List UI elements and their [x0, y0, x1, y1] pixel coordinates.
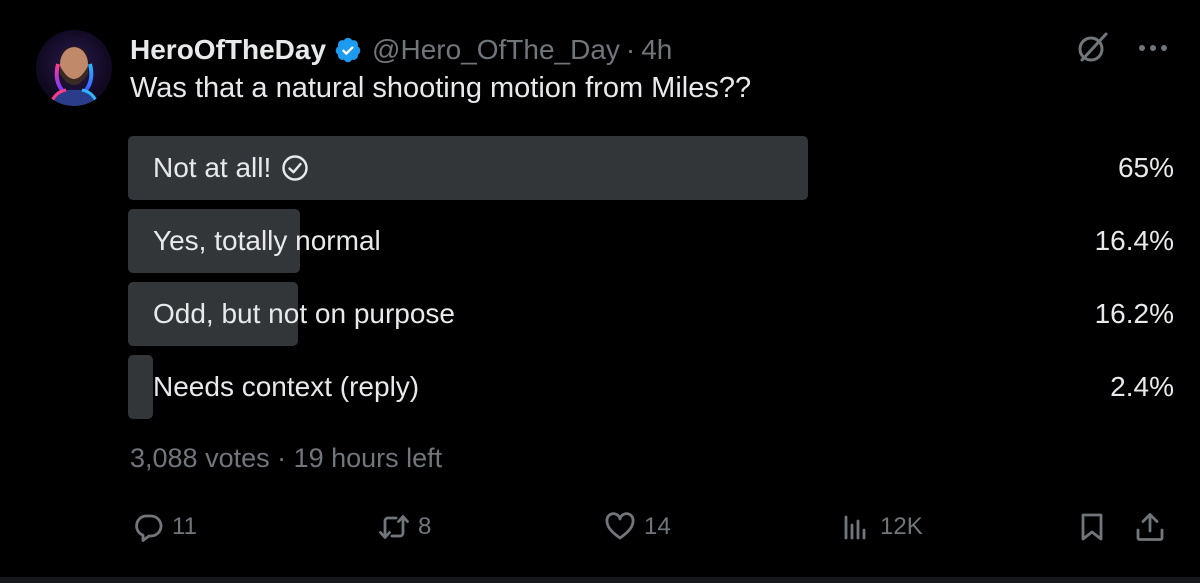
views-button[interactable]: 12K: [840, 505, 923, 549]
tweet-top-actions: [1074, 30, 1170, 66]
more-options-icon[interactable]: [1136, 31, 1170, 65]
display-name[interactable]: HeroOfTheDay: [130, 34, 326, 66]
poll: Not at all! 65% Yes, totally normal 16.4…: [128, 136, 1174, 428]
share-button[interactable]: [1134, 505, 1166, 549]
poll-option-percent: 2.4%: [1110, 371, 1174, 402]
action-bar: 11 8 14 12K: [128, 505, 1174, 549]
poll-option: Odd, but not on purpose 16.2%: [128, 282, 1174, 346]
like-count: 14: [644, 513, 671, 540]
tweet-text: Was that a natural shooting motion from …: [130, 72, 752, 104]
poll-bar: [128, 355, 153, 419]
reply-button[interactable]: 11: [132, 505, 197, 549]
bookmark-button[interactable]: [1076, 505, 1108, 549]
poll-option-percent: 16.4%: [1094, 225, 1174, 256]
tweet-timestamp[interactable]: 4h: [641, 34, 672, 66]
tweet-header: HeroOfTheDay @Hero_OfThe_Day · 4h: [130, 30, 672, 70]
verified-badge-icon[interactable]: [334, 36, 362, 64]
repost-button[interactable]: 8: [378, 505, 431, 549]
reply-icon: [135, 514, 163, 542]
tweet-divider: [0, 577, 1200, 583]
poll-option-percent: 65%: [1117, 152, 1174, 183]
poll-option-label: Yes, totally normal: [153, 225, 381, 256]
poll-option-label: Odd, but not on purpose: [153, 298, 455, 329]
avatar[interactable]: [36, 30, 112, 106]
share-icon: [1136, 513, 1164, 541]
views-count: 12K: [880, 513, 923, 540]
poll-option: Needs context (reply) 2.4%: [128, 355, 1174, 419]
reply-count: 11: [172, 513, 197, 540]
bookmark-icon: [1081, 513, 1103, 541]
poll-option: Yes, totally normal 16.4%: [128, 209, 1174, 273]
grok-icon[interactable]: [1074, 30, 1110, 66]
like-button[interactable]: 14: [604, 505, 671, 549]
heart-icon: [605, 512, 635, 540]
repost-count: 8: [418, 513, 432, 540]
poll-option: Not at all! 65%: [128, 136, 1174, 200]
poll-meta: 3,088 votes · 19 hours left: [130, 443, 443, 473]
repost-icon: [379, 515, 409, 539]
avatar-image: [48, 46, 100, 106]
tweet-card[interactable]: HeroOfTheDay @Hero_OfThe_Day · 4h Was th…: [0, 0, 1200, 583]
analytics-icon: [844, 515, 866, 540]
check-circle-icon: [282, 155, 308, 181]
separator-dot: ·: [625, 34, 636, 65]
author-handle[interactable]: @Hero_OfThe_Day: [372, 34, 620, 66]
poll-option-label: Not at all!: [153, 152, 272, 183]
poll-option-percent: 16.2%: [1094, 298, 1174, 329]
poll-option-label: Needs context (reply): [153, 371, 420, 402]
